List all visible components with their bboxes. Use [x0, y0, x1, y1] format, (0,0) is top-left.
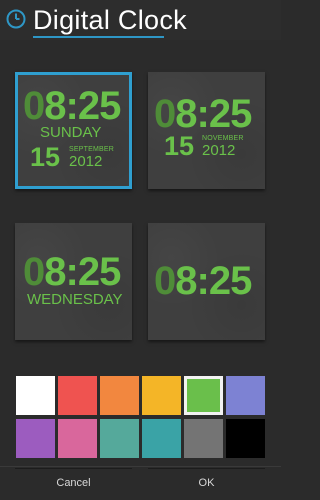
color-swatch[interactable]	[142, 419, 181, 458]
tile-time: 08:25	[154, 259, 252, 303]
tile-year: 2012	[202, 142, 236, 159]
tile-time: 08:25	[23, 250, 121, 294]
clock-style-tile-4[interactable]: 08:25	[148, 223, 265, 340]
tile-time: 08:25	[154, 92, 252, 136]
color-swatch[interactable]	[16, 376, 55, 415]
clock-style-tile-3[interactable]: 08:25 WEDNESDAY	[15, 223, 132, 340]
title-underline	[33, 36, 164, 38]
color-swatch[interactable]	[100, 376, 139, 415]
color-swatch[interactable]	[226, 419, 265, 458]
button-bar-divider	[0, 466, 281, 467]
color-swatch[interactable]	[184, 419, 223, 458]
clock-icon	[6, 9, 26, 29]
app-header: Digital Clock	[0, 0, 281, 40]
clock-style-tile-2[interactable]: 08:25 15 NOVEMBER 2012	[148, 72, 265, 189]
tile-time: 08:25	[23, 84, 121, 128]
tile-year: 2012	[69, 153, 103, 170]
color-swatch[interactable]	[100, 419, 139, 458]
tile-day: WEDNESDAY	[27, 291, 123, 308]
cancel-button[interactable]: Cancel	[15, 468, 132, 496]
app-title: Digital Clock	[33, 5, 187, 35]
tile-daynum: 15	[30, 142, 61, 172]
tile-daynum: 15	[164, 131, 195, 161]
color-swatch[interactable]	[226, 376, 265, 415]
color-swatch[interactable]	[16, 419, 55, 458]
clock-style-tile-1[interactable]: 08:25 SUNDAY 15 SEPTEMBER 2012	[15, 72, 132, 189]
color-swatch[interactable]	[184, 376, 223, 415]
tile-day: SUNDAY	[40, 124, 102, 141]
color-swatch[interactable]	[142, 376, 181, 415]
ok-button[interactable]: OK	[148, 468, 265, 496]
color-swatch[interactable]	[58, 376, 97, 415]
color-swatch[interactable]	[58, 419, 97, 458]
